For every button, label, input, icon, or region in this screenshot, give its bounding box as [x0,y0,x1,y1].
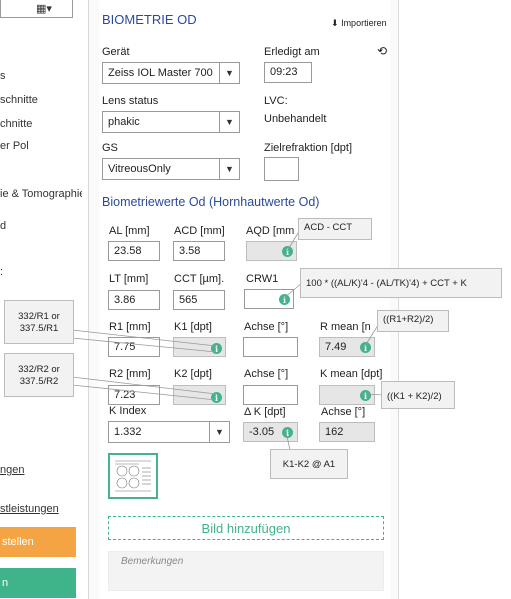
delta-k-label: Δ K [dpt] [244,406,286,418]
download-icon: ⬇ [331,18,339,28]
sidebar-item[interactable]: d [0,220,6,232]
device-select[interactable]: Zeiss IOL Master 700 ▼ [102,62,240,84]
acd-label: ACD [mm] [174,225,225,237]
info-icon[interactable]: i [211,343,222,354]
panel-title: BIOMETRIE OD [102,12,197,27]
sidebar-item[interactable]: er Pol [0,140,29,152]
acd-field[interactable]: 3.58 [173,241,225,261]
info-icon[interactable]: i [360,390,371,401]
chevron-down-icon: ▼ [219,112,239,132]
kindex-value: 1.332 [114,426,142,438]
tooltip-rmean: ((R1+R2)/2) [377,310,449,332]
cct-field[interactable]: 565 [173,290,225,310]
tooltip-k1-line1: 332/R1 or [18,311,60,322]
tooltip-k1: 332/R1 or 337.5/R1 [4,300,74,344]
history-icon[interactable]: ⟲ [377,44,387,58]
k1-label: K1 [dpt] [174,321,212,333]
sidebar-item[interactable]: s [0,70,6,82]
axis3-label: Achse [°] [321,406,366,418]
device-label: Gerät [102,46,130,58]
calendar-icon[interactable]: ▦▾ [36,2,52,15]
device-value: Zeiss IOL Master 700 [108,67,213,79]
lt-label: LT [mm] [109,273,149,285]
tooltip-delta-k: K1-K2 @ A1 [270,449,348,479]
gs-value: VitreousOnly [108,163,171,175]
info-icon[interactable]: i [211,392,222,403]
gs-select[interactable]: VitreousOnly ▼ [102,158,240,180]
rmean-label: R mean [n [320,321,371,333]
kindex-label: K Index [109,405,147,417]
lvc-label: LVC: [264,95,288,107]
al-label: AL [mm] [109,225,150,237]
info-icon[interactable]: i [360,342,371,353]
lt-field[interactable]: 3.86 [108,290,160,310]
axis3-field: 162 [319,422,375,442]
r1-label: R1 [mm] [109,321,151,333]
sidebar-item[interactable]: schnitte [0,94,38,106]
section-title: Biometriewerte Od (Hornhautwerte Od) [102,195,320,209]
lens-status-label: Lens status [102,95,159,107]
target-refraction-field[interactable] [264,157,299,181]
r2-field[interactable]: 7.23 [108,385,160,405]
target-refraction-label: Zielrefraktion [dpt] [264,142,353,154]
info-icon[interactable]: i [282,246,293,257]
sidebar-link[interactable]: stleistungen [0,503,59,515]
al-field[interactable]: 23.58 [108,241,160,261]
sidebar-green-button[interactable]: n [0,568,76,598]
tooltip-k2-line2: 337.5/R2 [19,376,59,387]
k2-label: K2 [dpt] [174,368,212,380]
info-icon[interactable]: i [282,427,293,438]
tooltip-k2: 332/R2 or 337.5/R2 [4,353,74,397]
info-icon[interactable]: i [279,294,290,305]
r2-label: R2 [mm] [109,368,151,380]
sidebar-orange-button[interactable]: stellen [0,527,76,557]
aqd-label: AQD [mm [246,225,295,237]
lens-status-select[interactable]: phakic ▼ [102,111,240,133]
crw-label: CRW1 [246,273,279,285]
tooltip-crw: 100 * ((AL/K)'4 - (AL/TK)'4) + CCT + K [300,268,502,298]
gs-label: GS [102,142,118,154]
lens-status-value: phakic [108,116,140,128]
cct-label: CCT [µm]. [174,273,225,285]
biometry-report-thumbnail[interactable] [108,453,158,499]
tooltip-k1-line2: 337.5/R1 [19,323,59,334]
chevron-down-icon: ▼ [209,422,229,442]
add-image-button[interactable]: Bild hinzufügen [108,516,384,540]
sidebar-link[interactable]: ngen [0,464,24,476]
r1-field[interactable]: 7.75 [108,337,160,357]
lvc-value: Unbehandelt [264,113,327,125]
kmean-label: K mean [dpt] [320,368,383,380]
sidebar-item[interactable]: chnitte [0,118,32,130]
done-label: Erledigt am [264,46,320,58]
axis1-field[interactable] [243,337,298,357]
notes-textarea[interactable]: Bemerkungen [108,551,384,591]
chevron-down-icon: ▼ [219,63,239,83]
axis1-label: Achse [°] [244,321,289,333]
kindex-select[interactable]: 1.332 ▼ [108,421,230,443]
tooltip-k2-line1: 332/R2 or [18,364,60,375]
sidebar-item[interactable]: ie & Tomographie [0,188,82,200]
done-time-field[interactable]: 09:23 [264,62,312,83]
axis2-label: Achse [°] [244,368,289,380]
axis2-field[interactable] [243,385,298,405]
tooltip-kmean: ((K1 + K2)/2) [381,381,455,409]
tooltip-aqd: ACD - CCT [298,218,372,240]
date-select[interactable]: ▦▾ [0,0,73,18]
import-button[interactable]: ⬇ Importieren [331,18,387,29]
import-label: Importieren [341,18,387,28]
chevron-down-icon: ▼ [219,159,239,179]
sidebar-item: : [0,266,4,278]
